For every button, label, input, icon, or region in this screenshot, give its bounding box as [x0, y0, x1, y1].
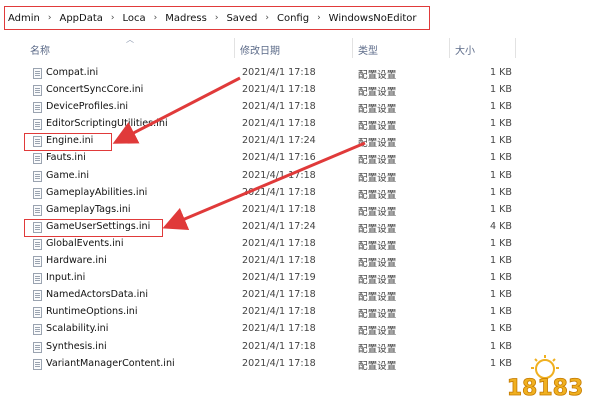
arrow-to-engine: [112, 76, 241, 144]
site-logo: 18183: [506, 355, 584, 401]
annotation-arrows: [112, 76, 366, 231]
logo-sun-icon: [531, 355, 559, 379]
logo-text: 18183: [507, 376, 584, 401]
arrow-to-gameusersettings: [162, 141, 366, 231]
